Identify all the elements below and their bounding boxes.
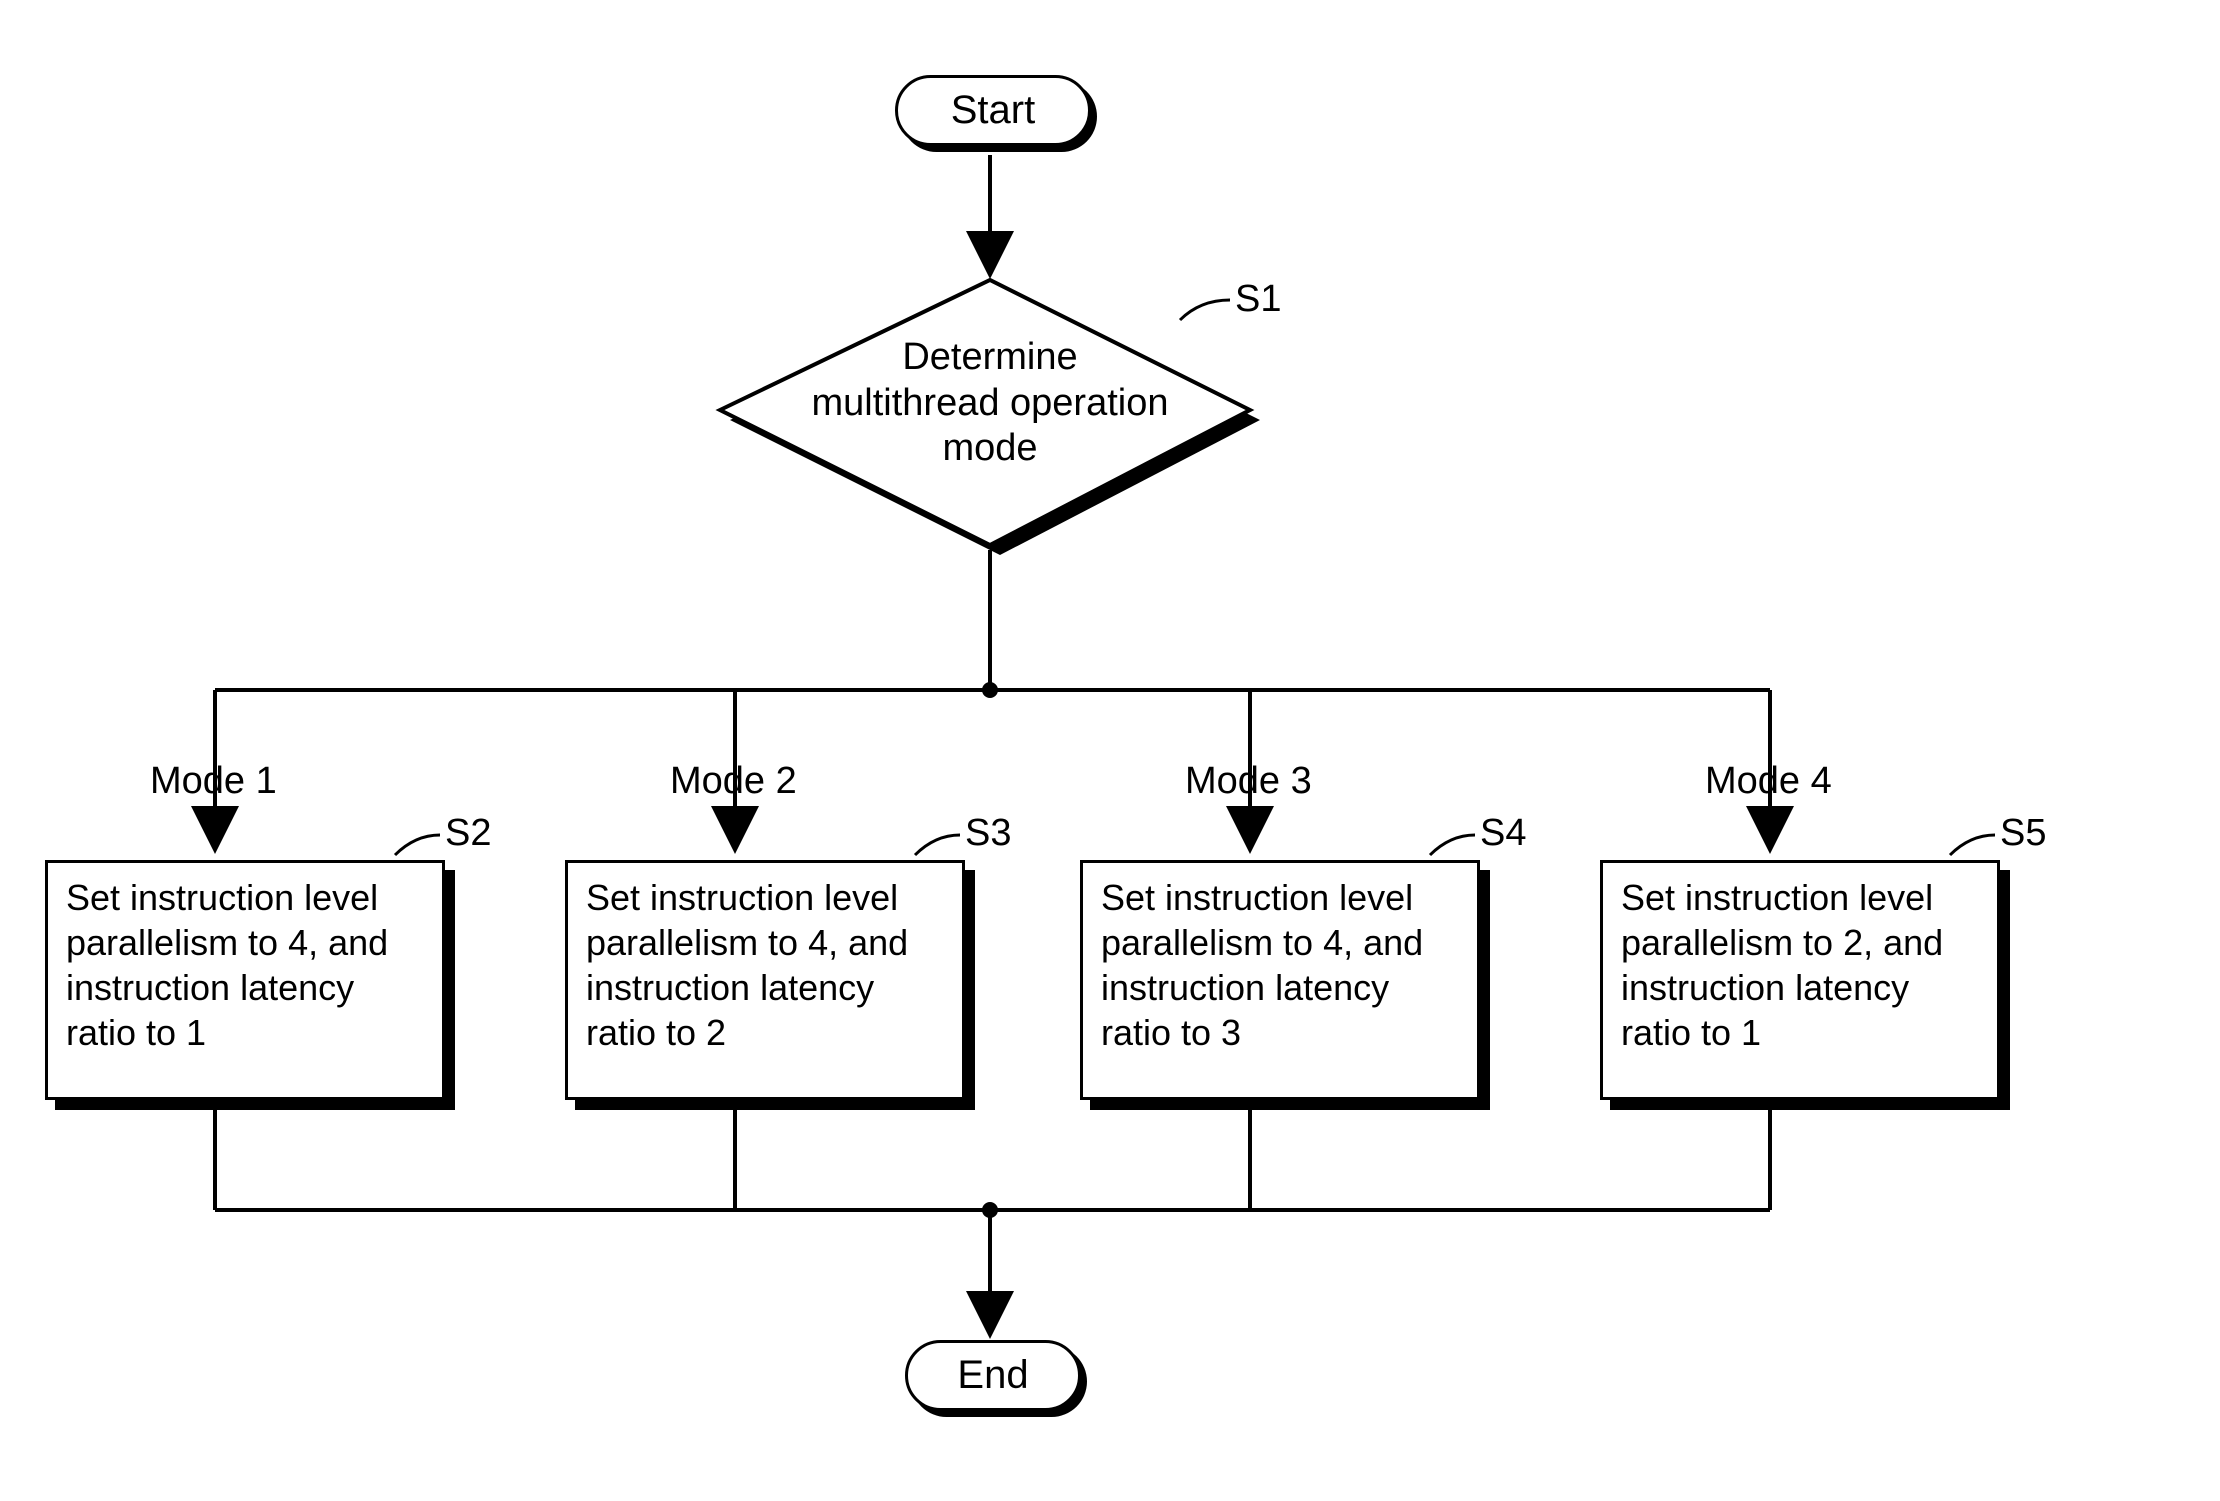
proc-mode1-text: Set instruction level parallelism to 4, … xyxy=(66,877,388,1053)
end-terminator: End xyxy=(905,1340,1081,1411)
start-label: Start xyxy=(951,88,1035,132)
decision-line1: Determine xyxy=(902,336,1077,378)
proc-mode4-text: Set instruction level parallelism to 2, … xyxy=(1621,877,1943,1053)
branch-mode-4: Mode 4 xyxy=(1705,760,1832,803)
split-dot xyxy=(982,682,998,698)
proc-mode3-text: Set instruction level parallelism to 4, … xyxy=(1101,877,1423,1053)
connectors xyxy=(0,0,2220,1501)
proc-mode2-text: Set instruction level parallelism to 4, … xyxy=(586,877,908,1053)
decision-line3: mode xyxy=(942,427,1037,469)
proc-mode1: Set instruction level parallelism to 4, … xyxy=(45,860,445,1100)
flowchart: Start Determine multithread operation mo… xyxy=(0,0,2220,1501)
branch-mode-3: Mode 3 xyxy=(1185,760,1312,803)
step-label-s5: S5 xyxy=(2000,812,2046,855)
proc-mode3: Set instruction level parallelism to 4, … xyxy=(1080,860,1480,1100)
step-label-s1: S1 xyxy=(1235,278,1281,321)
end-label: End xyxy=(957,1353,1028,1397)
start-terminator: Start xyxy=(895,75,1091,146)
proc-mode2: Set instruction level parallelism to 4, … xyxy=(565,860,965,1100)
step-label-s3: S3 xyxy=(965,812,1011,855)
step-label-s2: S2 xyxy=(445,812,491,855)
decision-line2: multithread operation xyxy=(812,382,1169,424)
step-label-s4: S4 xyxy=(1480,812,1526,855)
merge-dot xyxy=(982,1202,998,1218)
proc-mode4: Set instruction level parallelism to 2, … xyxy=(1600,860,2000,1100)
decision-node: Determine multithread operation mode xyxy=(780,335,1200,472)
branch-mode-2: Mode 2 xyxy=(670,760,797,803)
branch-mode-1: Mode 1 xyxy=(150,760,277,803)
